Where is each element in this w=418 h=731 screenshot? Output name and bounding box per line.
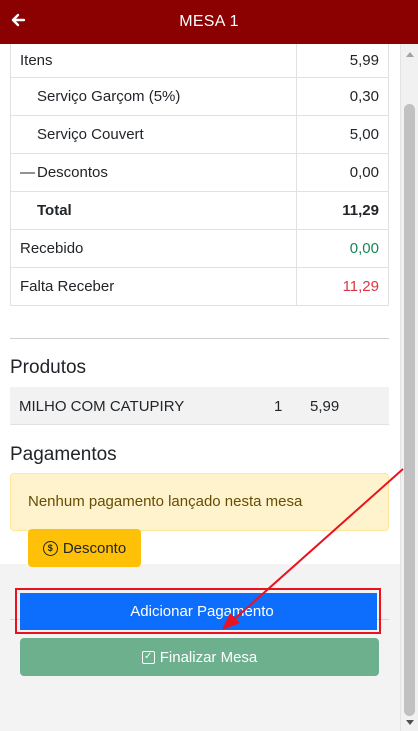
- finalizar-mesa-button[interactable]: ✓ Finalizar Mesa: [20, 638, 379, 676]
- summary-row-recebido: Recebido 0,00: [10, 228, 389, 268]
- summary-label-text: Serviço Garçom (5%): [37, 87, 181, 105]
- summary-row-falta-receber: Falta Receber 11,29: [10, 266, 389, 306]
- summary-label: — Descontos: [10, 152, 297, 192]
- summary-table: Itens 5,99 Serviço Garçom (5%) 0,30 Serv…: [10, 44, 389, 306]
- summary-label-text: Itens: [20, 51, 53, 69]
- finalizar-label: Finalizar Mesa: [159, 648, 258, 666]
- pagamentos-heading: Pagamentos: [10, 444, 117, 465]
- summary-value: 11,29: [296, 190, 389, 230]
- summary-value: 0,30: [296, 76, 389, 116]
- vertical-scrollbar[interactable]: [400, 44, 418, 731]
- summary-label: Recebido: [10, 228, 297, 268]
- summary-row-servico-garcom: Serviço Garçom (5%) 0,30: [10, 76, 389, 116]
- details-panel: Itens 5,99 Serviço Garçom (5%) 0,30 Serv…: [0, 44, 400, 564]
- summary-value: 5,99: [296, 44, 389, 78]
- dollar-coin-icon: $: [42, 540, 58, 556]
- summary-value: 0,00: [296, 228, 389, 268]
- empty-payments-alert: Nenhum pagamento lançado nesta mesa: [10, 473, 389, 531]
- scrollbar-thumb[interactable]: [404, 104, 415, 716]
- top-bar: MESA 1: [0, 0, 418, 44]
- summary-value: 0,00: [296, 152, 389, 192]
- desconto-button[interactable]: $ Desconto: [28, 529, 141, 567]
- product-qty: 1: [274, 398, 283, 415]
- summary-value: 11,29: [296, 266, 389, 306]
- divider: [10, 338, 389, 339]
- scroll-down-icon[interactable]: [406, 720, 414, 725]
- desconto-label: Desconto: [62, 539, 127, 557]
- summary-label: Itens: [10, 44, 297, 78]
- minus-icon: —: [20, 163, 35, 181]
- product-name: MILHO COM CATUPIRY: [19, 398, 185, 415]
- summary-label-text: Serviço Couvert: [37, 125, 144, 143]
- page-title: MESA 1: [179, 13, 239, 30]
- summary-row-itens: Itens 5,99: [10, 44, 389, 78]
- summary-row-total: Total 11,29: [10, 190, 389, 230]
- summary-label-text: Falta Receber: [20, 277, 115, 295]
- produtos-heading: Produtos: [10, 357, 87, 378]
- summary-label: Serviço Couvert: [10, 114, 297, 154]
- adicionar-label: Adicionar Pagamento: [130, 603, 274, 620]
- summary-row-descontos: — Descontos 0,00: [10, 152, 389, 192]
- summary-label: Falta Receber: [10, 266, 297, 306]
- summary-label-text: Total: [37, 201, 72, 219]
- scroll-up-icon[interactable]: [406, 52, 414, 57]
- product-row: MILHO COM CATUPIRY 1 5,99: [10, 387, 389, 425]
- summary-label: Serviço Garçom (5%): [10, 76, 297, 116]
- summary-label-text: Descontos: [37, 163, 108, 181]
- summary-label: Total: [10, 190, 297, 230]
- summary-row-servico-couvert: Serviço Couvert 5,00: [10, 114, 389, 154]
- summary-label-text: Recebido: [20, 239, 84, 257]
- checkbox-icon: ✓: [141, 650, 155, 664]
- product-price: 5,99: [310, 398, 340, 415]
- adicionar-pagamento-button[interactable]: Adicionar Pagamento: [20, 593, 377, 630]
- summary-value: 5,00: [296, 114, 389, 154]
